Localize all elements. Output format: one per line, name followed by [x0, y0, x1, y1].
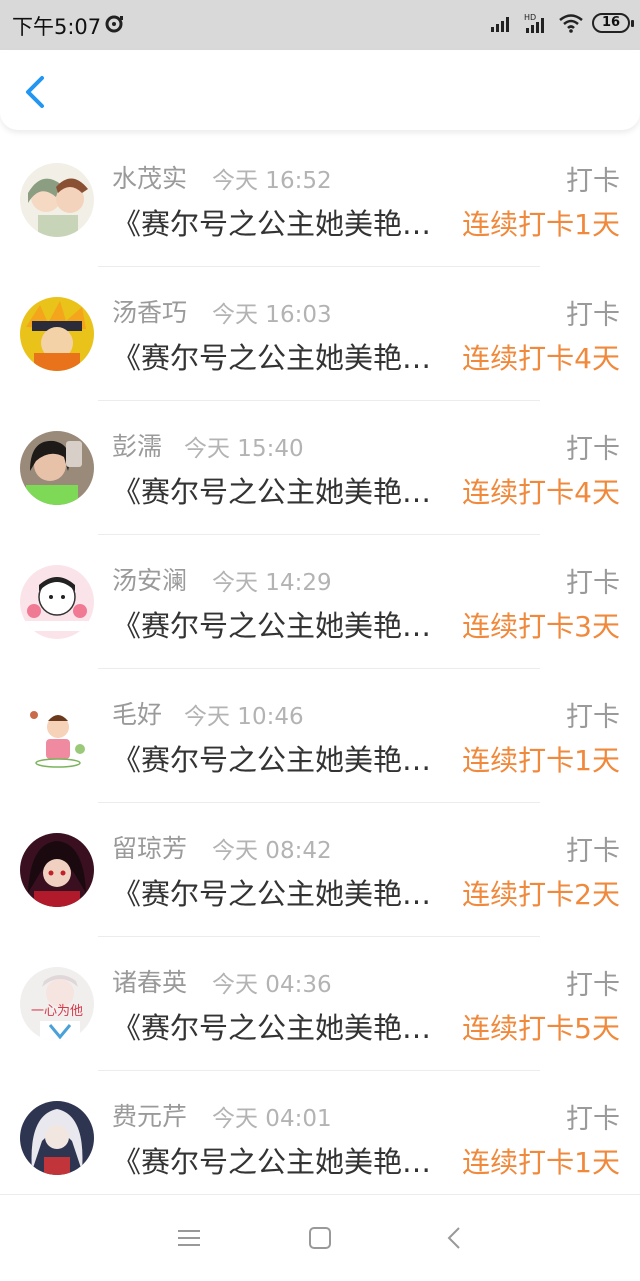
- status-right: HD 16: [490, 12, 634, 34]
- user-name: 诸春英: [112, 968, 188, 997]
- hd-signal-icon: HD: [524, 13, 544, 33]
- checkin-tag: 打卡: [566, 836, 620, 867]
- book-title: 《赛尔号之公主她美艳动人》: [112, 207, 457, 241]
- avatar[interactable]: 一心为他: [20, 967, 94, 1041]
- notification-icon: [105, 15, 123, 33]
- user-name: 毛好: [112, 700, 163, 729]
- avatar[interactable]: [20, 699, 94, 773]
- battery-level: 16: [601, 15, 621, 30]
- streak-label: 连续打卡3天: [462, 610, 620, 643]
- avatar[interactable]: [20, 1101, 94, 1175]
- checkin-tag: 打卡: [566, 166, 620, 197]
- checkin-tag: 打卡: [566, 702, 620, 733]
- checkin-tag: 打卡: [566, 970, 620, 1001]
- checkin-time: 今天 08:42: [212, 838, 332, 864]
- list-item[interactable]: 水茂实 今天 16:52 打卡 《赛尔号之公主她美艳动人》 连续打卡1天: [0, 133, 640, 267]
- avatar-caption: 一心为他: [31, 1004, 83, 1019]
- book-title: 《赛尔号之公主她美艳动人》: [112, 475, 457, 509]
- list-item[interactable]: 汤香巧 今天 16:03 打卡 《赛尔号之公主她美艳动人》 连续打卡4天: [0, 267, 640, 401]
- svg-text:HD: HD: [524, 13, 536, 22]
- checkin-time: 今天 10:46: [184, 704, 304, 730]
- streak-label: 连续打卡1天: [462, 744, 620, 777]
- list-item[interactable]: 一心为他 诸春英 今天 04:36 打卡 《赛尔号之公主她美艳动人》 连续打卡5…: [0, 937, 640, 1071]
- streak-label: 连续打卡1天: [462, 208, 620, 241]
- book-title: 《赛尔号之公主她美艳动人》: [112, 1011, 457, 1045]
- user-name: 汤香巧: [112, 298, 188, 327]
- streak-label: 连续打卡1天: [462, 1146, 620, 1179]
- chevron-left-icon[interactable]: [18, 72, 52, 112]
- user-name: 彭濡: [112, 432, 163, 461]
- list-item[interactable]: 彭濡 今天 15:40 打卡 《赛尔号之公主她美艳动人》 连续打卡4天: [0, 401, 640, 535]
- checkin-time: 今天 14:29: [212, 570, 332, 596]
- checkin-tag: 打卡: [566, 300, 620, 331]
- nav-bar: [0, 50, 640, 130]
- battery-icon: 16: [592, 13, 634, 33]
- streak-label: 连续打卡5天: [462, 1012, 620, 1045]
- list-item[interactable]: 毛好 今天 10:46 打卡 《赛尔号之公主她美艳动人》 连续打卡1天: [0, 669, 640, 803]
- menu-icon[interactable]: [174, 1223, 204, 1253]
- book-title: 《赛尔号之公主她美艳动人》: [112, 1145, 457, 1179]
- checkin-time: 今天 04:36: [212, 972, 332, 998]
- list-item[interactable]: 费元芹 今天 04:01 打卡 《赛尔号之公主她美艳动人》 连续打卡1天: [0, 1071, 640, 1205]
- checkin-list: 水茂实 今天 16:52 打卡 《赛尔号之公主她美艳动人》 连续打卡1天 汤香巧…: [0, 133, 640, 1205]
- list-item[interactable]: 留琼芳 今天 08:42 打卡 《赛尔号之公主她美艳动人》 连续打卡2天: [0, 803, 640, 937]
- checkin-tag: 打卡: [566, 1104, 620, 1135]
- avatar[interactable]: [20, 833, 94, 907]
- system-nav-bar: [0, 1194, 640, 1281]
- status-bar: 下午5:07 HD 16: [0, 0, 640, 50]
- avatar[interactable]: [20, 565, 94, 639]
- streak-label: 连续打卡4天: [462, 342, 620, 375]
- checkin-time: 今天 16:52: [212, 168, 332, 194]
- list-item[interactable]: 汤安澜 今天 14:29 打卡 《赛尔号之公主她美艳动人》 连续打卡3天: [0, 535, 640, 669]
- checkin-time: 今天 16:03: [212, 302, 332, 328]
- status-time: 下午5:07: [12, 15, 102, 39]
- signal-icon: [491, 17, 509, 32]
- avatar[interactable]: [20, 431, 94, 505]
- book-title: 《赛尔号之公主她美艳动人》: [112, 609, 457, 643]
- user-name: 费元芹: [112, 1102, 188, 1131]
- checkin-time: 今天 04:01: [212, 1106, 332, 1132]
- wifi-icon: [559, 14, 583, 33]
- checkin-time: 今天 15:40: [184, 436, 304, 462]
- user-name: 留琼芳: [112, 834, 188, 863]
- user-name: 汤安澜: [112, 566, 188, 595]
- avatar[interactable]: [20, 163, 94, 237]
- streak-label: 连续打卡4天: [462, 476, 620, 509]
- book-title: 《赛尔号之公主她美艳动人》: [112, 341, 457, 375]
- book-title: 《赛尔号之公主她美艳动人》: [112, 877, 457, 911]
- user-name: 水茂实: [112, 164, 188, 193]
- avatar[interactable]: [20, 297, 94, 371]
- streak-label: 连续打卡2天: [462, 878, 620, 911]
- checkin-tag: 打卡: [566, 568, 620, 599]
- back-icon[interactable]: [440, 1223, 470, 1253]
- checkin-tag: 打卡: [566, 434, 620, 465]
- book-title: 《赛尔号之公主她美艳动人》: [112, 743, 457, 777]
- home-square-icon[interactable]: [305, 1223, 335, 1253]
